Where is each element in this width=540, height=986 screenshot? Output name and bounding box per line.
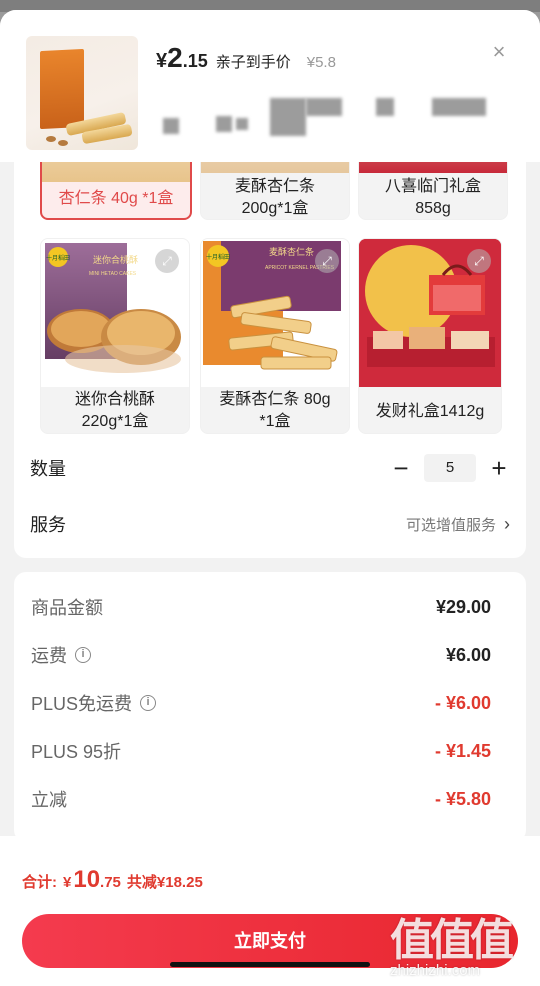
option-label-line1: 八喜临门礼盒 — [384, 178, 481, 195]
option-label-line1: 麦酥杏仁条 — [234, 178, 315, 195]
option-label-line1: 迷你合桃酥 — [74, 391, 155, 408]
watermark: 值值值 zhizhizhi.com — [390, 904, 540, 984]
summary-row-goods-amount: 商品金额 ¥29.00 — [31, 592, 491, 622]
plus-button[interactable]: + — [488, 455, 510, 481]
total-label: 合计: — [22, 874, 57, 891]
home-indicator[interactable] — [170, 962, 370, 967]
product-thumbnail — [26, 36, 138, 150]
total-saved: 共减¥18.25 — [126, 874, 203, 891]
info-icon[interactable]: i — [140, 695, 157, 711]
option-image: 十月稻田 迷你合桃酥 MINI HETAO CAKES ⤢ — [41, 239, 189, 387]
brand-logo-text: 十月稻田 — [46, 254, 70, 262]
option-mini-hetao[interactable]: 十月稻田 迷你合桃酥 MINI HETAO CAKES ⤢ 迷你合桃酥 220g… — [40, 238, 190, 434]
price-currency: ¥ — [156, 50, 168, 72]
service-selector[interactable]: 可选增值服务 › — [406, 514, 510, 535]
summary-row-shipping: 运费 i ¥6.00 — [31, 640, 491, 670]
summary-label: PLUS免运费 — [31, 694, 133, 714]
price-integer: 2 — [167, 42, 183, 73]
total-integer: 10 — [73, 866, 101, 893]
summary-value: - ¥6.00 — [434, 692, 491, 713]
price-label: 亲子到手价 — [215, 54, 291, 71]
summary-value: ¥29.00 — [435, 596, 491, 617]
option-label-line2: *1盒 — [259, 413, 291, 430]
summary-label: 立减 — [31, 790, 67, 810]
price-summary-card: 商品金额 ¥29.00 运费 i ¥6.00 PLUS免运费 i - ¥6.00 P… — [14, 572, 526, 842]
option-label: 发财礼盒1412g — [375, 403, 485, 420]
product-price: ¥ 2 .15 亲子到手价 ¥5.8 — [156, 42, 336, 74]
summary-row-plus-discount: PLUS 95折 - ¥1.45 — [31, 736, 491, 766]
original-price: ¥5.8 — [306, 54, 336, 71]
option-image: ⤢ — [359, 239, 501, 387]
minus-button[interactable]: − — [390, 455, 412, 481]
service-row[interactable]: 服务 可选增值服务 › — [30, 504, 510, 544]
summary-row-plus-free-shipping: PLUS免运费 i - ¥6.00 — [31, 688, 491, 718]
option-label: 杏仁条 40g *1盒 — [58, 190, 174, 207]
total-decimal: .75 — [100, 874, 121, 891]
blurred-spec-text — [163, 118, 179, 134]
total-currency: ¥ — [63, 874, 72, 891]
summary-value: - ¥1.45 — [434, 740, 491, 761]
close-icon[interactable]: × — [486, 40, 512, 66]
purchase-sheet: ¥ 2 .15 亲子到手价 ¥5.8 × 杏仁条 40g *1盒 麦酥杏仁条 2… — [0, 10, 540, 986]
product-box-image — [40, 48, 84, 130]
option-label-line2: 858g — [415, 200, 451, 217]
option-facai-gift-box[interactable]: ⤢ 发财礼盒1412g — [358, 238, 502, 434]
expand-icon[interactable]: ⤢ — [315, 249, 339, 273]
quantity-label: 数量 — [30, 459, 66, 479]
package-title-cn: 麦酥杏仁条 — [269, 246, 314, 257]
summary-value: ¥6.00 — [445, 644, 491, 665]
chevron-right-icon: › — [504, 513, 510, 534]
order-total: 合计: ¥ 10 .75 共减¥18.25 — [22, 866, 203, 894]
option-label-line2: 200g*1盒 — [241, 200, 309, 217]
option-label-line1: 麦酥杏仁条 80g — [219, 391, 331, 408]
option-image: 十月稻田 麦酥杏仁条 APRICOT KERNEL PASTRIES ⤢ — [201, 239, 349, 387]
option-apricot-80g[interactable]: 十月稻田 麦酥杏仁条 APRICOT KERNEL PASTRIES ⤢ 麦酥杏… — [200, 238, 350, 434]
expand-icon[interactable]: ⤢ — [155, 249, 179, 273]
service-hint: 可选增值服务 — [405, 516, 496, 534]
watermark-url: zhizhizhi.com — [390, 962, 481, 979]
quantity-row: 数量 − 5 + — [30, 448, 510, 488]
price-decimal: .15 — [182, 51, 208, 71]
brand-logo-text: 十月稻田 — [206, 253, 230, 261]
package-title-cn: 迷你合桃酥 — [93, 254, 138, 265]
summary-row-instant-discount: 立减 - ¥5.80 — [31, 784, 491, 814]
watermark-logo: 值值值 — [390, 916, 514, 965]
summary-label: PLUS 95折 — [31, 742, 122, 762]
summary-value: - ¥5.80 — [434, 788, 491, 809]
package-title-en: MINI HETAO CAKES — [89, 271, 137, 277]
sheet-header: ¥ 2 .15 亲子到手价 ¥5.8 × — [0, 10, 540, 162]
summary-label: 商品金额 — [31, 598, 103, 618]
summary-label: 运费 — [31, 646, 67, 666]
option-label-line2: 220g*1盒 — [81, 413, 149, 430]
options-card: 杏仁条 40g *1盒 麦酥杏仁条 200g*1盒 八喜临门礼盒 858g 十月… — [14, 90, 526, 558]
quantity-input[interactable]: 5 — [424, 454, 476, 482]
service-label: 服务 — [30, 515, 66, 535]
expand-icon[interactable]: ⤢ — [467, 249, 491, 273]
quantity-stepper: − 5 + — [390, 454, 510, 482]
info-icon[interactable]: i — [75, 647, 91, 663]
